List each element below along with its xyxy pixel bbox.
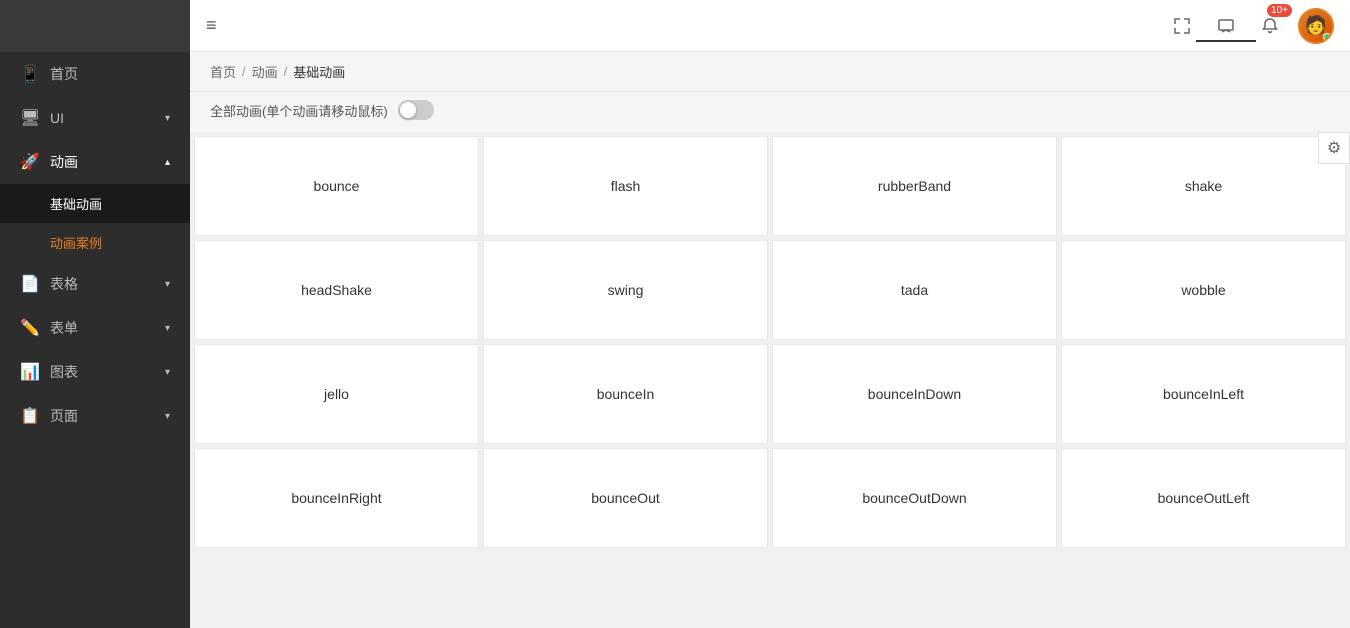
table-icon: 📄	[20, 274, 40, 294]
sidebar-sub-item-basic-animation-label: 基础动画	[50, 194, 102, 213]
animation-card-jello[interactable]: jello	[194, 344, 479, 444]
settings-button[interactable]: ⚙	[1318, 132, 1350, 164]
sidebar-sub-item-basic-animation[interactable]: 基础动画	[0, 184, 190, 223]
animation-grid: bounceflashrubberBandshake headShakeswing…	[190, 132, 1350, 552]
sidebar-sub-item-animation-case[interactable]: 动画案例	[0, 223, 190, 262]
notification-badge: 10+	[1267, 4, 1292, 17]
animation-card-bounceInDown[interactable]: bounceInDown	[772, 344, 1057, 444]
breadcrumb-animation[interactable]: 动画	[252, 62, 278, 81]
all-animation-toggle[interactable]	[398, 100, 434, 120]
notification-button[interactable]: 10+	[1254, 10, 1286, 42]
sidebar-logo: ​	[0, 0, 190, 52]
sidebar-item-page[interactable]: 📋 页面 ▾	[0, 394, 190, 438]
chevron-down-icon-table: ▾	[165, 279, 170, 290]
sidebar-item-form[interactable]: ✏️ 表单 ▾	[0, 306, 190, 350]
animation-card-bounceOut[interactable]: bounceOut	[483, 448, 768, 548]
animation-card-wobble[interactable]: wobble	[1061, 240, 1346, 340]
content-wrapper: 首页 / 动画 / 基础动画 全部动画(单个动画请移动鼠标) bouncefla…	[190, 52, 1350, 628]
sidebar-item-animation-label: 动画	[50, 152, 78, 172]
sidebar-item-chart-label: 图表	[50, 362, 78, 382]
sidebar-item-ui-label: UI	[50, 110, 64, 126]
toggle-label: 全部动画(单个动画请移动鼠标)	[210, 101, 388, 120]
ui-icon: 🖥	[20, 108, 40, 128]
sidebar: ​ 📱 首页 🖥 UI ▾ 🚀 动画 ▴ 基础动画 动画案例 📄 表格 ▾ ✏️…	[0, 0, 190, 628]
fullscreen-button[interactable]	[1166, 10, 1198, 42]
breadcrumb-sep-2: /	[284, 64, 288, 79]
sidebar-item-animation[interactable]: 🚀 动画 ▴	[0, 140, 190, 184]
sidebar-item-home-label: 首页	[50, 64, 78, 84]
sidebar-item-home[interactable]: 📱 首页	[0, 52, 190, 96]
animation-card-bounceInRight[interactable]: bounceInRight	[194, 448, 479, 548]
animation-card-rubberBand[interactable]: rubberBand	[772, 136, 1057, 236]
header: ≡ 10+	[190, 0, 1350, 52]
gear-icon: ⚙	[1327, 138, 1341, 158]
animation-card-headShake[interactable]: headShake	[194, 240, 479, 340]
online-indicator	[1323, 33, 1331, 41]
animation-card-bounceOutDown[interactable]: bounceOutDown	[772, 448, 1057, 548]
animation-card-bounceOutLeft[interactable]: bounceOutLeft	[1061, 448, 1346, 548]
animation-card-bounceInLeft[interactable]: bounceInLeft	[1061, 344, 1346, 444]
breadcrumb-home[interactable]: 首页	[210, 62, 236, 81]
sidebar-item-chart[interactable]: 📊 图表 ▾	[0, 350, 190, 394]
active-tab-indicator	[1196, 40, 1256, 42]
message-button[interactable]	[1210, 10, 1242, 42]
chevron-down-icon: ▾	[165, 113, 170, 124]
breadcrumb-bar: 首页 / 动画 / 基础动画	[190, 52, 1350, 92]
menu-icon[interactable]: ≡	[206, 15, 217, 36]
form-icon: ✏️	[20, 318, 40, 338]
header-right: 10+ 🧑	[1166, 8, 1334, 44]
home-icon: 📱	[20, 64, 40, 84]
sidebar-item-page-label: 页面	[50, 406, 78, 426]
breadcrumb: 首页 / 动画 / 基础动画	[210, 62, 1330, 81]
breadcrumb-sep-1: /	[242, 64, 246, 79]
animation-card-swing[interactable]: swing	[483, 240, 768, 340]
sidebar-item-table-label: 表格	[50, 274, 78, 294]
chevron-down-icon-chart: ▾	[165, 367, 170, 378]
toggle-knob	[400, 102, 416, 118]
chevron-down-icon-page: ▾	[165, 411, 170, 422]
sidebar-item-ui[interactable]: 🖥 UI ▾	[0, 96, 190, 140]
animation-card-shake[interactable]: shake	[1061, 136, 1346, 236]
animation-card-flash[interactable]: flash	[483, 136, 768, 236]
animation-card-bounceIn[interactable]: bounceIn	[483, 344, 768, 444]
toggle-bar: 全部动画(单个动画请移动鼠标)	[190, 92, 1350, 132]
animation-icon: 🚀	[20, 152, 40, 172]
sidebar-item-table[interactable]: 📄 表格 ▾	[0, 262, 190, 306]
page-icon: 📋	[20, 406, 40, 426]
animation-card-bounce[interactable]: bounce	[194, 136, 479, 236]
chevron-down-icon-form: ▾	[165, 323, 170, 334]
main-content: ≡ 10+	[190, 0, 1350, 628]
chevron-up-icon: ▴	[165, 157, 170, 168]
sidebar-item-form-label: 表单	[50, 318, 78, 338]
sidebar-sub-item-animation-case-label: 动画案例	[50, 233, 102, 252]
avatar[interactable]: 🧑	[1298, 8, 1334, 44]
breadcrumb-current: 基础动画	[293, 62, 345, 81]
chart-icon: 📊	[20, 362, 40, 382]
animation-card-tada[interactable]: tada	[772, 240, 1057, 340]
